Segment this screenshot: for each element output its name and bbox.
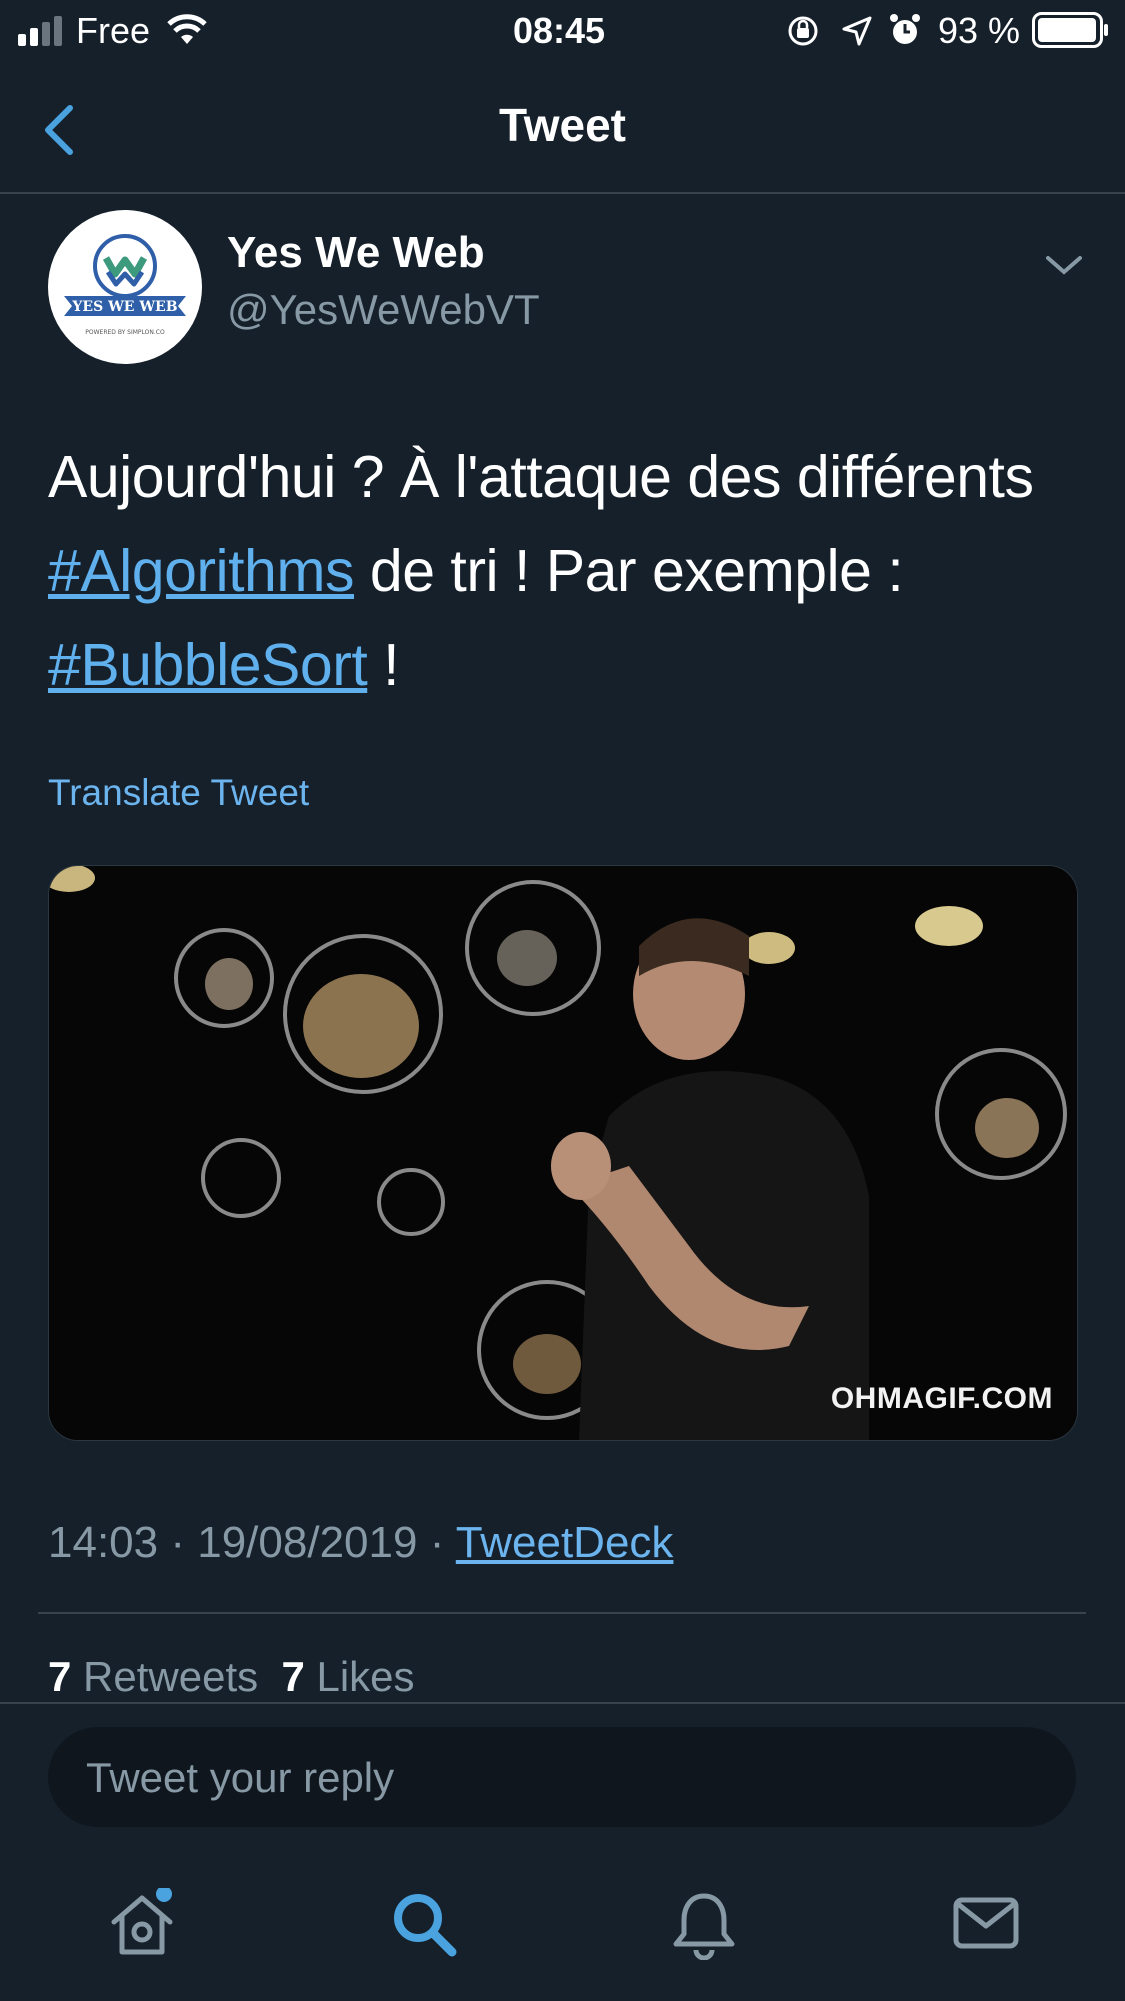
wifi-icon [167, 14, 207, 44]
tweet-media-gif[interactable]: OHMAGIF.COM [48, 865, 1078, 1441]
author-handle[interactable]: @YesWeWebVT [227, 286, 540, 334]
reply-placeholder: Tweet your reply [86, 1754, 395, 1801]
tweet-date: 19/08/2019 [197, 1518, 418, 1567]
retweets-label[interactable]: Retweets [83, 1653, 258, 1700]
rotation-lock-icon [788, 16, 818, 46]
avatar-logo-text: YES WE WEB [71, 299, 177, 315]
avatar-logo-subtext: POWERED BY SIMPLON.CO [85, 329, 165, 336]
location-icon [842, 16, 872, 46]
signal-icon [18, 16, 62, 46]
tweet-source-link[interactable]: TweetDeck [456, 1518, 674, 1567]
divider [38, 1612, 1086, 1614]
author-name[interactable]: Yes We Web [227, 228, 485, 278]
retweets-count[interactable]: 7 [48, 1653, 71, 1700]
chevron-down-icon[interactable] [1044, 246, 1084, 286]
hashtag-algorithms-link[interactable]: #Algorithms [48, 538, 355, 604]
tweet-stats: 7 Retweets 7 Likes [48, 1653, 415, 1701]
notification-dot [156, 1888, 172, 1902]
meta-separator: · [170, 1518, 185, 1567]
mail-icon[interactable] [950, 1888, 1022, 1960]
alarm-icon [890, 14, 920, 44]
hashtag-bubblesort-link[interactable]: #BubbleSort [48, 632, 368, 698]
avatar[interactable]: YES WE WEB POWERED BY SIMPLON.CO [48, 210, 202, 364]
tweet-text-part3: ! [367, 632, 400, 698]
bell-icon[interactable] [668, 1888, 740, 1960]
translate-tweet-link[interactable]: Translate Tweet [48, 772, 309, 814]
tweet-timestamp: 14:03 · 19/08/2019 · TweetDeck [48, 1518, 673, 1568]
gif-preview-image [49, 866, 1077, 1440]
carrier-label: Free [76, 10, 151, 51]
nav-bar: Tweet [0, 62, 1125, 194]
tweet-time: 14:03 [48, 1518, 159, 1567]
likes-label[interactable]: Likes [316, 1653, 414, 1700]
page-title: Tweet [499, 99, 626, 151]
battery-icon [1032, 12, 1108, 48]
tweet-text-part1: Aujourd'hui ? À l'attaque des différents [48, 444, 1034, 510]
tweet-text: Aujourd'hui ? À l'attaque des différents… [48, 430, 1088, 712]
search-icon[interactable] [388, 1888, 460, 1960]
likes-count[interactable]: 7 [281, 1653, 304, 1700]
tweet-text-part2: de tri ! Par exemple : [354, 538, 904, 604]
media-watermark: OHMAGIF.COM [830, 1382, 1053, 1415]
clock: 08:45 [513, 10, 606, 51]
home-icon[interactable] [106, 1888, 178, 1960]
divider [0, 1702, 1125, 1704]
yes-we-web-logo: YES WE WEB POWERED BY SIMPLON.CO [64, 234, 186, 336]
battery-percent: 93 % [938, 10, 1021, 51]
meta-separator: · [429, 1518, 445, 1567]
status-bar: Free 08:45 93 % [0, 0, 1125, 62]
